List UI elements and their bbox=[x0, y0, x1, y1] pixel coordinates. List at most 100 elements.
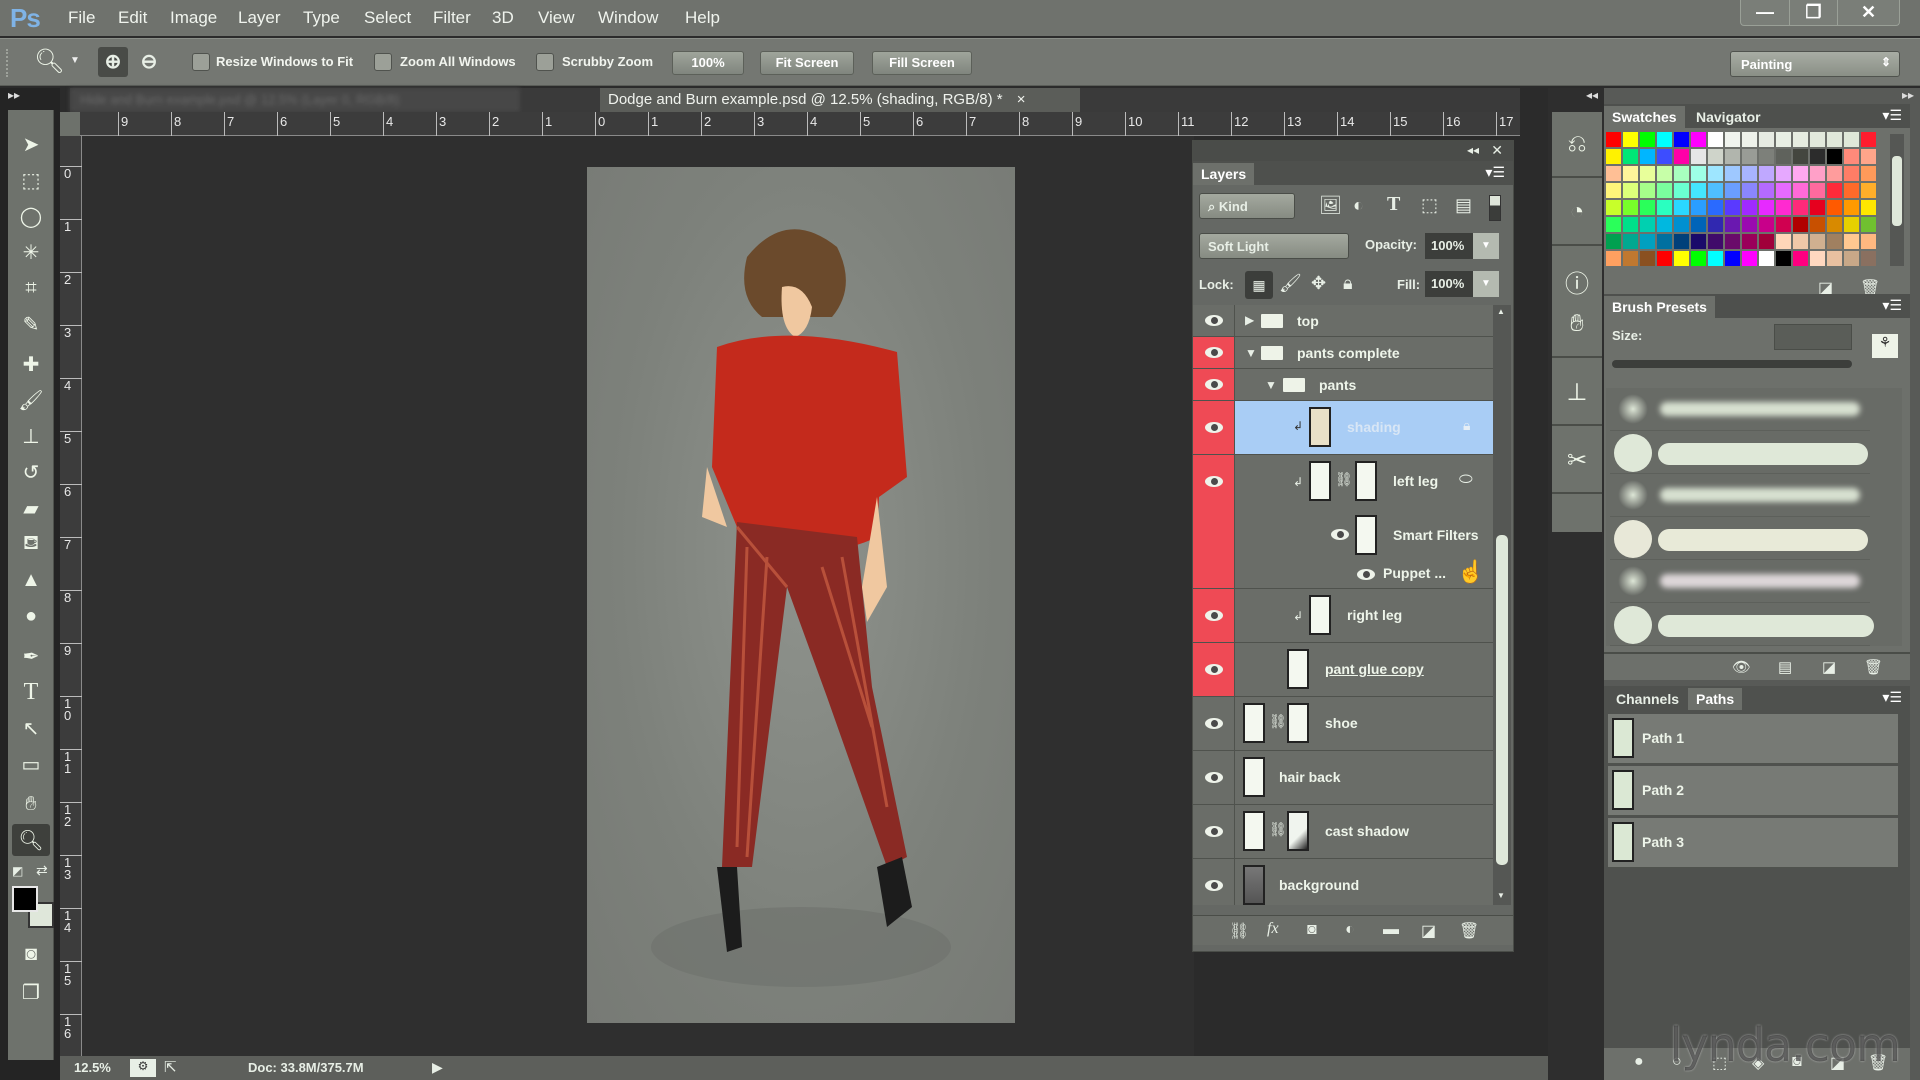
panel-menu-icon[interactable]: ▾☰ bbox=[1882, 107, 1902, 124]
tab-navigator[interactable]: Navigator bbox=[1688, 106, 1769, 128]
swatch[interactable] bbox=[1708, 183, 1723, 198]
swatch[interactable] bbox=[1827, 251, 1842, 266]
fit-screen-button[interactable]: Fit Screen bbox=[760, 51, 854, 75]
swatch[interactable] bbox=[1861, 183, 1876, 198]
filter-toggle[interactable] bbox=[1489, 195, 1501, 221]
swatch[interactable] bbox=[1759, 149, 1774, 164]
scrollbar-thumb[interactable] bbox=[1496, 535, 1508, 865]
swatch[interactable] bbox=[1657, 183, 1672, 198]
swatch[interactable] bbox=[1623, 183, 1638, 198]
fill-path-icon[interactable]: ● bbox=[1634, 1053, 1644, 1071]
scrubby-zoom-checkbox[interactable] bbox=[536, 53, 554, 71]
restore-button[interactable]: ❐ bbox=[1789, 0, 1837, 25]
swatch[interactable] bbox=[1657, 200, 1672, 215]
swatch[interactable] bbox=[1708, 251, 1723, 266]
panel-header[interactable]: ◂◂ ✕ bbox=[1193, 141, 1513, 161]
swatch[interactable] bbox=[1606, 166, 1621, 181]
properties-panel-icon[interactable]: ◔ bbox=[1552, 180, 1602, 246]
swatch[interactable] bbox=[1793, 200, 1808, 215]
vertical-ruler[interactable]: 0 1 2 3 4 5 6 7 8 9 10 11 12 13 14 15 16 bbox=[60, 136, 82, 1056]
swatch[interactable] bbox=[1725, 149, 1740, 164]
brush-preset-hard-1[interactable] bbox=[1610, 431, 1870, 474]
paint-bucket-tool-icon[interactable]: ⛾ bbox=[12, 528, 50, 560]
tab-paths[interactable]: Paths bbox=[1688, 688, 1743, 710]
tab-swatches[interactable]: Swatches bbox=[1604, 106, 1685, 128]
swatch[interactable] bbox=[1827, 149, 1842, 164]
swatch[interactable] bbox=[1793, 217, 1808, 232]
zoom-tool-icon[interactable]: 🔍︎ bbox=[34, 47, 64, 76]
rectangle-tool-icon[interactable]: ▭ bbox=[12, 748, 50, 780]
menu-image[interactable]: Image bbox=[170, 8, 217, 28]
quick-mask-icon[interactable]: ◙ bbox=[12, 938, 50, 970]
menu-window[interactable]: Window bbox=[598, 8, 658, 28]
screen-mode-icon[interactable]: ❐ bbox=[12, 976, 50, 1008]
swatch[interactable] bbox=[1606, 149, 1621, 164]
layer-row-background[interactable]: background bbox=[1193, 859, 1493, 905]
swatch[interactable] bbox=[1759, 132, 1774, 147]
delete-layer-icon[interactable]: 🗑︎ bbox=[1459, 921, 1479, 941]
path-row[interactable]: Path 1 bbox=[1608, 714, 1898, 764]
swatch[interactable] bbox=[1623, 166, 1638, 181]
brush-panel-icon[interactable]: ✋︎ bbox=[1552, 292, 1602, 358]
layer-row-top[interactable]: ▶ top bbox=[1193, 305, 1493, 337]
swatch[interactable] bbox=[1861, 234, 1876, 249]
swatch[interactable] bbox=[1827, 166, 1842, 181]
swatch[interactable] bbox=[1827, 183, 1842, 198]
workspace-switcher[interactable]: Painting ⇕ bbox=[1730, 51, 1900, 77]
swatch[interactable] bbox=[1674, 183, 1689, 198]
swatch[interactable] bbox=[1742, 251, 1757, 266]
swatch[interactable] bbox=[1759, 251, 1774, 266]
swatch[interactable] bbox=[1759, 183, 1774, 198]
swatch[interactable] bbox=[1691, 149, 1706, 164]
zoom-out-icon[interactable]: ⊖ bbox=[134, 47, 164, 77]
swatch[interactable] bbox=[1776, 183, 1791, 198]
zoom-level[interactable]: 12.5% bbox=[74, 1060, 111, 1075]
zoom-tool-icon[interactable]: 🔍︎ bbox=[12, 824, 50, 856]
path-selection-tool-icon[interactable]: ↖ bbox=[12, 712, 50, 744]
filter-smart-object-icon[interactable]: ▤ bbox=[1455, 195, 1472, 216]
brush-preset-soft-3[interactable] bbox=[1610, 560, 1870, 603]
swatch[interactable] bbox=[1742, 217, 1757, 232]
swatch[interactable] bbox=[1691, 183, 1706, 198]
swatch[interactable] bbox=[1708, 132, 1723, 147]
status-menu-arrow-icon[interactable]: ▶ bbox=[432, 1059, 443, 1076]
swatch[interactable] bbox=[1674, 251, 1689, 266]
panel-menu-icon[interactable]: ▾☰ bbox=[1882, 689, 1902, 706]
swatch[interactable] bbox=[1742, 183, 1757, 198]
menu-help[interactable]: Help bbox=[685, 8, 720, 28]
swatch[interactable] bbox=[1657, 251, 1672, 266]
collapse-arrow-icon[interactable]: ▼ bbox=[1245, 346, 1257, 360]
swatch[interactable] bbox=[1606, 217, 1621, 232]
visibility-toggle[interactable] bbox=[1193, 305, 1235, 336]
swatch[interactable] bbox=[1742, 166, 1757, 181]
visibility-toggle[interactable] bbox=[1193, 337, 1235, 368]
default-colors-icon[interactable]: ◩ bbox=[12, 864, 23, 878]
swatch[interactable] bbox=[1810, 234, 1825, 249]
tab-channels[interactable]: Channels bbox=[1608, 688, 1687, 710]
blend-mode-dropdown[interactable]: Soft Light bbox=[1199, 233, 1349, 259]
eraser-tool-icon[interactable]: ▰ bbox=[12, 492, 50, 524]
visibility-toggle[interactable] bbox=[1193, 643, 1235, 696]
swatch[interactable] bbox=[1742, 200, 1757, 215]
filter-adjustment-icon[interactable]: ◐ bbox=[1353, 195, 1364, 216]
swatch[interactable] bbox=[1827, 132, 1842, 147]
swatch[interactable] bbox=[1691, 251, 1706, 266]
horizontal-ruler[interactable]: 9 8 7 6 5 4 3 2 1 0 1 2 3 4 5 6 7 8 9 10 11 12 13 14 15 16 17 bbox=[80, 112, 1520, 136]
swatch[interactable] bbox=[1810, 217, 1825, 232]
swatch[interactable] bbox=[1793, 166, 1808, 181]
fill-slider-toggle[interactable]: ▼ bbox=[1473, 271, 1499, 297]
swatch[interactable] bbox=[1844, 183, 1859, 198]
foreground-color-swatch[interactable] bbox=[12, 886, 38, 912]
swatch[interactable] bbox=[1640, 234, 1655, 249]
swatch[interactable] bbox=[1810, 149, 1825, 164]
history-brush-tool-icon[interactable]: ↺ bbox=[12, 456, 50, 488]
size-input[interactable] bbox=[1774, 324, 1852, 350]
filter-pixel-icon[interactable]: 🖼︎ bbox=[1319, 195, 1342, 216]
menu-type[interactable]: Type bbox=[303, 8, 340, 28]
brush-preset-hard-2[interactable] bbox=[1610, 517, 1870, 560]
panel-menu-icon[interactable]: ▾☰ bbox=[1485, 164, 1505, 181]
swatch[interactable] bbox=[1657, 166, 1672, 181]
visibility-toggle[interactable] bbox=[1193, 805, 1235, 858]
swatch[interactable] bbox=[1606, 234, 1621, 249]
fill-screen-button[interactable]: Fill Screen bbox=[872, 51, 972, 75]
